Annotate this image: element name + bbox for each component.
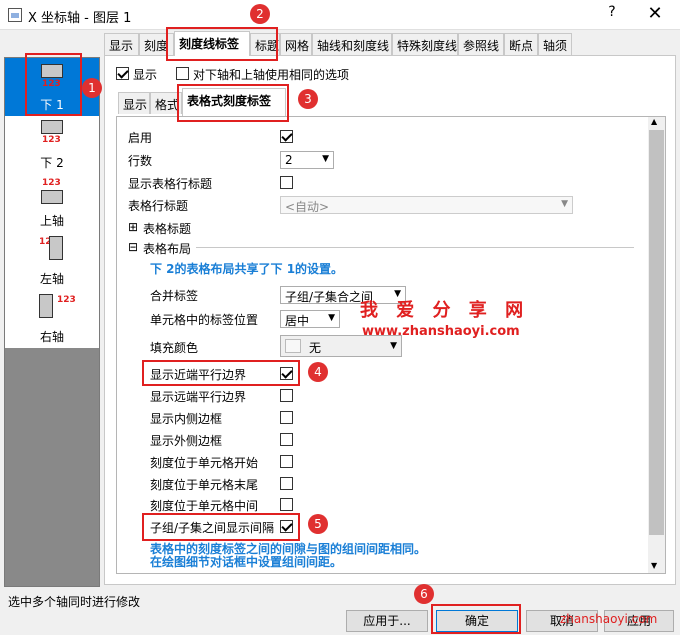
axis-icon-ticks: 123 [39,238,58,247]
row-count-value: 2 [285,153,293,167]
axis-item-label: 下 2 [40,156,64,170]
tab-special-ticks[interactable]: 特殊刻度线 [392,33,458,55]
layout-shared-note: 下 2的表格布局共享了下 1的设置。 [150,262,344,276]
annotation-box-2 [166,27,278,61]
app-window-icon [8,8,22,22]
show-row-title-checkbox[interactable] [280,176,293,189]
tick-end-checkbox[interactable] [280,477,293,490]
chevron-down-icon: ▼ [390,341,397,351]
tick-end-label: 刻度位于单元格末尾 [150,478,259,492]
watermark-corner: zhanshaoyi.com [560,612,658,626]
cell-position-value: 居中 [285,314,310,328]
merge-label: 合并标签 [150,289,199,303]
row-title-value: <自动> [285,200,330,214]
axis-item-label: 上轴 [39,214,64,228]
subtab-display[interactable]: 显示 [118,92,150,114]
tab-reference-lines[interactable]: 参照线 [458,33,504,55]
step-badge-4: 4 [308,362,328,382]
step-badge-3: 3 [298,89,318,109]
collapse-icon[interactable]: ⊟ [128,240,138,254]
right-axis-icon [39,294,53,318]
scroll-up-icon[interactable]: ▲ [651,117,657,126]
axis-item-label: 右轴 [39,330,64,344]
annotation-box-5 [142,513,300,541]
step-badge-1: 1 [82,78,102,98]
axis-item-right[interactable]: 123 右轴 [5,290,99,348]
enable-checkbox[interactable] [280,130,293,143]
gap-note-line2: 在绘图细节对话框中设置组间间距。 [150,555,343,569]
scroll-down-icon[interactable]: ▼ [651,561,657,570]
tab-axis-lines-ticks[interactable]: 轴线和刻度线 [312,33,392,55]
tab-grid[interactable]: 网格 [280,33,312,55]
row-count-label: 行数 [128,154,153,168]
show-label: 显示 [133,68,158,82]
help-button[interactable]: ? [600,4,624,26]
color-swatch [285,339,301,353]
step-badge-2: 2 [250,4,270,24]
annotation-box-6 [431,604,521,634]
axis-icon-ticks: 123 [42,135,61,145]
annotation-box-3 [177,84,289,122]
annotation-box-1 [25,53,82,116]
inner-border-checkbox[interactable] [280,411,293,424]
cell-position-label: 单元格中的标签位置 [150,313,259,327]
section-divider [196,247,634,248]
show-checkbox[interactable] [116,67,129,80]
step-badge-6: 6 [414,584,434,604]
cell-position-select[interactable]: 居中 ▼ [280,310,340,328]
step-badge-5: 5 [308,514,328,534]
axis-item-bottom2[interactable]: 123 下 2 [5,116,99,174]
inner-border-label: 显示内侧边框 [150,412,223,426]
apply-to-button[interactable]: 应用于... [346,610,428,632]
expand-icon[interactable]: ⊞ [128,220,138,234]
chevron-down-icon: ▼ [328,313,335,323]
enable-label: 启用 [128,131,153,145]
row-title-label: 表格行标题 [128,199,189,213]
fill-color-label: 填充颜色 [150,341,199,355]
tab-display[interactable]: 显示 [104,33,139,55]
tab-rug[interactable]: 轴须 [538,33,572,55]
close-button[interactable]: ✕ [640,3,670,27]
tick-start-checkbox[interactable] [280,455,293,468]
outer-border-checkbox[interactable] [280,433,293,446]
axis-item-label: 左轴 [39,272,64,286]
same-options-label: 对下轴和上轴使用相同的选项 [193,68,350,82]
table-layout-label: 表格布局 [143,242,192,256]
row-title-select[interactable]: <自动> ▼ [280,196,573,214]
watermark-url: www.zhanshaoyi.com [362,324,520,339]
outer-border-label: 显示外侧边框 [150,434,223,448]
bottom-axis-icon [41,120,63,134]
table-title-label: 表格标题 [143,222,192,236]
window-title: X 坐标轴 - 图层 1 [28,11,132,26]
tab-breaks[interactable]: 断点 [504,33,538,55]
tick-start-label: 刻度位于单元格开始 [150,456,259,470]
tick-mid-label: 刻度位于单元格中间 [150,499,259,513]
tick-mid-checkbox[interactable] [280,498,293,511]
axis-item-left[interactable]: 123 左轴 [5,232,99,290]
top-axis-icon [41,190,63,204]
watermark-title: 我 爱 分 享 网 [360,300,530,321]
axis-item-top[interactable]: 123 上轴 [5,174,99,232]
far-border-label: 显示远端平行边界 [150,390,247,404]
far-border-checkbox[interactable] [280,389,293,402]
row-count-select[interactable]: 2 ▼ [280,151,334,169]
chevron-down-icon: ▼ [561,199,568,209]
chevron-down-icon: ▼ [322,154,329,164]
status-text: 选中多个轴同时进行修改 [8,595,141,609]
fill-color-value: 无 [309,341,322,355]
annotation-box-4 [142,360,300,386]
axis-icon-ticks: 123 [42,178,61,188]
show-row-title-label: 显示表格行标题 [128,177,213,191]
axis-icon-ticks: 123 [57,295,76,305]
scrollbar-thumb[interactable] [649,130,664,535]
same-options-checkbox[interactable] [176,67,189,80]
left-axis-icon [49,236,63,260]
